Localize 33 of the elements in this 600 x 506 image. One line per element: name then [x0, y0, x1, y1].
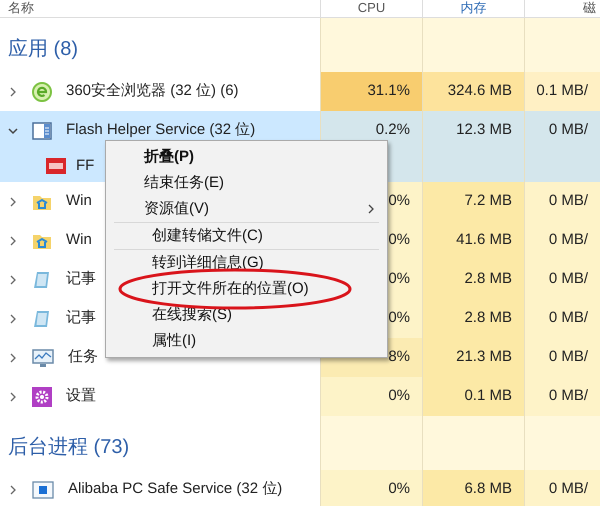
process-name: Alibaba PC Safe Service (32 位) — [68, 479, 282, 500]
process-name: 记事 — [66, 269, 96, 290]
process-name: 记事 — [66, 308, 96, 328]
group-heading: 应用 (8) — [8, 37, 78, 62]
process-name: Flash Helper Service (32 位) — [66, 120, 256, 140]
table-cell: 7.2 MB — [422, 182, 524, 221]
table-cell: 0 MB/ — [524, 182, 600, 221]
table-cell: 0 MB/ — [524, 111, 600, 150]
table-cell: 0% — [320, 377, 422, 416]
process-name: Win — [66, 191, 92, 212]
table-cell: 12.3 MB — [422, 111, 524, 150]
table-cell: 0.1 MB/ — [524, 72, 600, 111]
group-heading: 后台进程 (73) — [8, 435, 130, 460]
table-cell: 0 MB/ — [524, 377, 600, 416]
table-cell: 6.8 MB — [422, 470, 524, 506]
table-cell: 21.3 MB — [422, 338, 524, 377]
process-name: 设置 — [66, 386, 96, 406]
table-cell: 0 MB/ — [524, 470, 600, 506]
table-cell: 0 MB/ — [524, 299, 600, 338]
table-cell: 0 MB/ — [524, 260, 600, 299]
table-cell: 0% — [320, 470, 422, 506]
process-name: FF — [76, 156, 94, 176]
process-name: Win — [66, 230, 92, 250]
table-cell: 0.1 MB — [422, 377, 524, 416]
process-name: 任务 — [68, 347, 98, 368]
table-cell: 2.8 MB — [422, 260, 524, 299]
process-name: 360安全浏览器 (32 位) (6) — [66, 81, 239, 102]
table-cell: 2.8 MB — [422, 299, 524, 338]
table-cell: 41.6 MB — [422, 221, 524, 260]
table-cell: 0 MB/ — [524, 221, 600, 260]
table-cell: 0 MB/ — [524, 338, 600, 377]
table-cell: 31.1% — [320, 72, 422, 111]
table-cell: 324.6 MB — [422, 72, 524, 111]
